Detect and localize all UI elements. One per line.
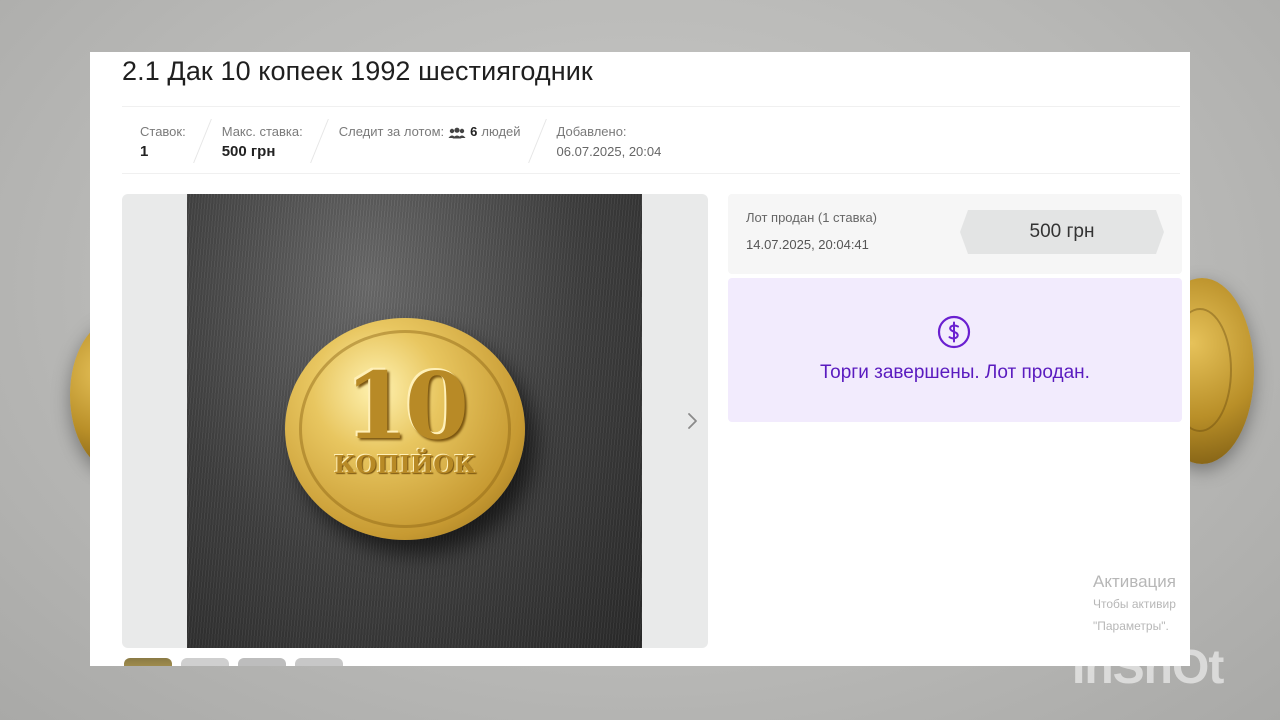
thumbnail[interactable]: [124, 658, 172, 666]
stat-max-bid: Макс. ставка: 500 грн: [204, 123, 321, 163]
auction-finished-panel: Торги завершены. Лот продан.: [728, 278, 1182, 422]
thumbnail[interactable]: [295, 658, 343, 666]
max-bid-value: 500 грн: [221, 143, 276, 160]
watchers-count: 6: [470, 124, 478, 139]
coin-word: КОПІЙОК: [333, 450, 477, 479]
activation-line1: Чтобы активир: [1093, 597, 1176, 611]
thumbnail-strip: [124, 658, 343, 666]
dollar-coin-icon: [936, 314, 972, 350]
lot-title: 2.1 Дак 10 копеек 1992 шестиягодник: [122, 56, 593, 86]
auction-finished-message: Торги завершены. Лот продан.: [820, 362, 1090, 383]
bids-value: 1: [140, 143, 149, 160]
sold-status: Лот продан (1 ставка): [746, 210, 878, 225]
thumbnail[interactable]: [181, 658, 229, 666]
added-label: Добавлено:: [556, 124, 627, 139]
stat-added: Добавлено: 06.07.2025, 20:04: [539, 123, 680, 163]
activation-line2: "Параметры".: [1093, 619, 1169, 633]
final-price-badge: 500 грн: [960, 210, 1164, 254]
bids-label: Ставок:: [140, 124, 186, 139]
watchers-unit: людей: [481, 124, 521, 139]
coin-denomination: 10: [344, 352, 469, 460]
lot-stats-bar: Ставок: 1 Макс. ставка: 500 грн Следит з…: [122, 106, 1180, 174]
stat-watchers: Следит за лотом: 6 людей: [321, 123, 539, 141]
chevron-right-icon[interactable]: [686, 410, 700, 432]
sold-datetime: 14.07.2025, 20:04:41: [746, 237, 869, 252]
max-bid-label: Макс. ставка:: [221, 124, 303, 139]
lot-photo[interactable]: 10 КОПІЙОК: [187, 194, 642, 648]
watchers-label: Следит за лотом:: [338, 124, 445, 139]
lot-card: 2.1 Дак 10 копеек 1992 шестиягодник Став…: [90, 52, 1190, 666]
added-value: 06.07.2025, 20:04: [556, 144, 662, 159]
stat-bids: Ставок: 1: [122, 123, 204, 163]
inshot-watermark: InShOt: [1072, 641, 1224, 694]
people-icon: [448, 126, 466, 139]
thumbnail[interactable]: [238, 658, 286, 666]
sold-info-panel: Лот продан (1 ставка) 14.07.2025, 20:04:…: [728, 194, 1182, 274]
image-gallery[interactable]: 10 КОПІЙОК: [122, 194, 708, 648]
activation-title: Активация: [1093, 572, 1176, 591]
coin-image: 10 КОПІЙОК: [285, 318, 525, 540]
windows-activation-notice: Активация Чтобы активир "Параметры".: [1093, 572, 1176, 636]
